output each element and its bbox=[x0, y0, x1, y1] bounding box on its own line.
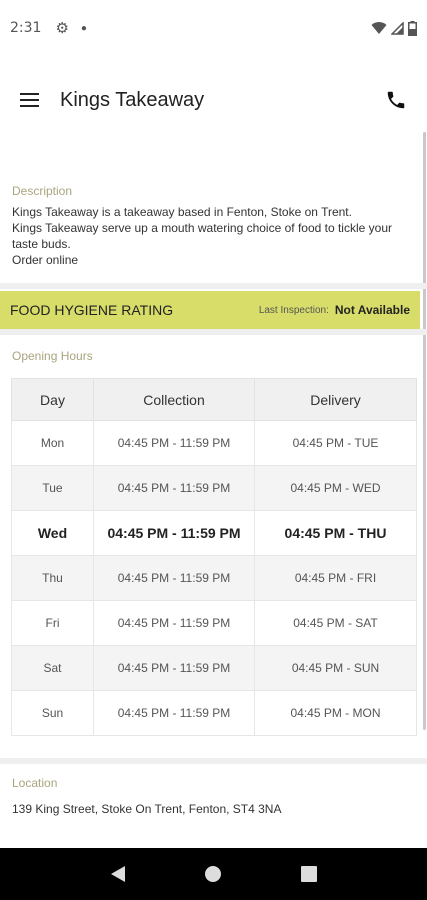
recents-icon[interactable] bbox=[294, 859, 324, 889]
table-row: Mon 04:45 PM - 11:59 PM 04:45 PM - TUE bbox=[11, 420, 417, 466]
description-text: Kings Takeaway is a takeaway based in Fe… bbox=[12, 205, 392, 267]
wifi-icon bbox=[371, 22, 387, 34]
opening-hours-table: Day Collection Delivery Mon 04:45 PM - 11… bbox=[11, 378, 417, 736]
cell-collection: 04:45 PM - 11:59 PM bbox=[93, 645, 255, 691]
back-icon[interactable] bbox=[103, 859, 133, 889]
header-collection: Collection bbox=[93, 378, 255, 421]
description-label: Description bbox=[12, 184, 73, 198]
cell-collection: 04:45 PM - 11:59 PM bbox=[93, 555, 255, 601]
cell-delivery: 04:45 PM - WED bbox=[254, 465, 417, 511]
table-row: Sun 04:45 PM - 11:59 PM 04:45 PM - MON bbox=[11, 690, 417, 736]
cell-collection: 04:45 PM - 11:59 PM bbox=[93, 690, 255, 736]
cell-delivery: 04:45 PM - THU bbox=[254, 510, 417, 556]
divider bbox=[0, 329, 427, 335]
header-day: Day bbox=[11, 378, 94, 421]
home-icon[interactable] bbox=[198, 859, 228, 889]
menu-icon[interactable] bbox=[20, 89, 42, 111]
phone-icon[interactable] bbox=[385, 89, 407, 111]
table-row: Thu 04:45 PM - 11:59 PM 04:45 PM - FRI bbox=[11, 555, 417, 601]
last-inspection-label: Last Inspection: bbox=[258, 304, 329, 316]
cell-collection: 04:45 PM - 11:59 PM bbox=[93, 600, 255, 646]
header-delivery: Delivery bbox=[254, 378, 417, 421]
battery-icon bbox=[408, 20, 417, 36]
table-row: Tue 04:45 PM - 11:59 PM 04:45 PM - WED bbox=[11, 465, 417, 511]
signal-icon bbox=[391, 21, 404, 35]
cell-day: Wed bbox=[11, 510, 94, 556]
cell-day: Thu bbox=[11, 555, 94, 601]
dot-icon: ● bbox=[80, 22, 87, 34]
cell-delivery: 04:45 PM - TUE bbox=[254, 420, 417, 466]
cell-day: Fri bbox=[11, 600, 94, 646]
last-inspection-value: Not Available bbox=[334, 303, 410, 317]
page-title: Kings Takeaway bbox=[60, 88, 205, 111]
divider bbox=[0, 758, 427, 764]
cell-delivery: 04:45 PM - SAT bbox=[254, 600, 417, 646]
cell-collection: 04:45 PM - 11:59 PM bbox=[93, 420, 255, 466]
cell-collection: 04:45 PM - 11:59 PM bbox=[93, 465, 255, 511]
cell-delivery: 04:45 PM - SUN bbox=[254, 645, 417, 691]
status-bar: 2:31 ⚙ ● bbox=[0, 0, 427, 56]
opening-hours-label: Opening Hours bbox=[12, 349, 93, 363]
cell-day: Sat bbox=[11, 645, 94, 691]
cell-delivery: 04:45 PM - MON bbox=[254, 690, 417, 736]
system-nav-bar bbox=[0, 848, 427, 900]
location-address: 139 King Street, Stoke On Trent, Fenton,… bbox=[12, 802, 282, 816]
cell-day: Tue bbox=[11, 465, 94, 511]
cell-day: Sun bbox=[11, 690, 94, 736]
hygiene-title: FOOD HYGIENE RATING bbox=[10, 302, 174, 318]
divider bbox=[0, 283, 427, 289]
app-bar: Kings Takeaway bbox=[0, 70, 427, 130]
table-row: Sat 04:45 PM - 11:59 PM 04:45 PM - SUN bbox=[11, 645, 417, 691]
cell-delivery: 04:45 PM - FRI bbox=[254, 555, 417, 601]
cell-day: Mon bbox=[11, 420, 94, 466]
table-row: Fri 04:45 PM - 11:59 PM 04:45 PM - SAT bbox=[11, 600, 417, 646]
gear-icon: ⚙ bbox=[55, 20, 69, 37]
table-header-row: Day Collection Delivery bbox=[11, 378, 417, 421]
status-icons bbox=[371, 20, 417, 36]
cell-collection: 04:45 PM - 11:59 PM bbox=[93, 510, 255, 556]
table-row: Wed 04:45 PM - 11:59 PM 04:45 PM - THU bbox=[11, 510, 417, 556]
content-area: Description Kings Takeaway is a takeaway… bbox=[0, 130, 427, 848]
food-hygiene-banner: FOOD HYGIENE RATING Last Inspection: Not… bbox=[0, 291, 420, 329]
status-time: 2:31 bbox=[10, 20, 42, 36]
location-label: Location bbox=[12, 776, 58, 790]
